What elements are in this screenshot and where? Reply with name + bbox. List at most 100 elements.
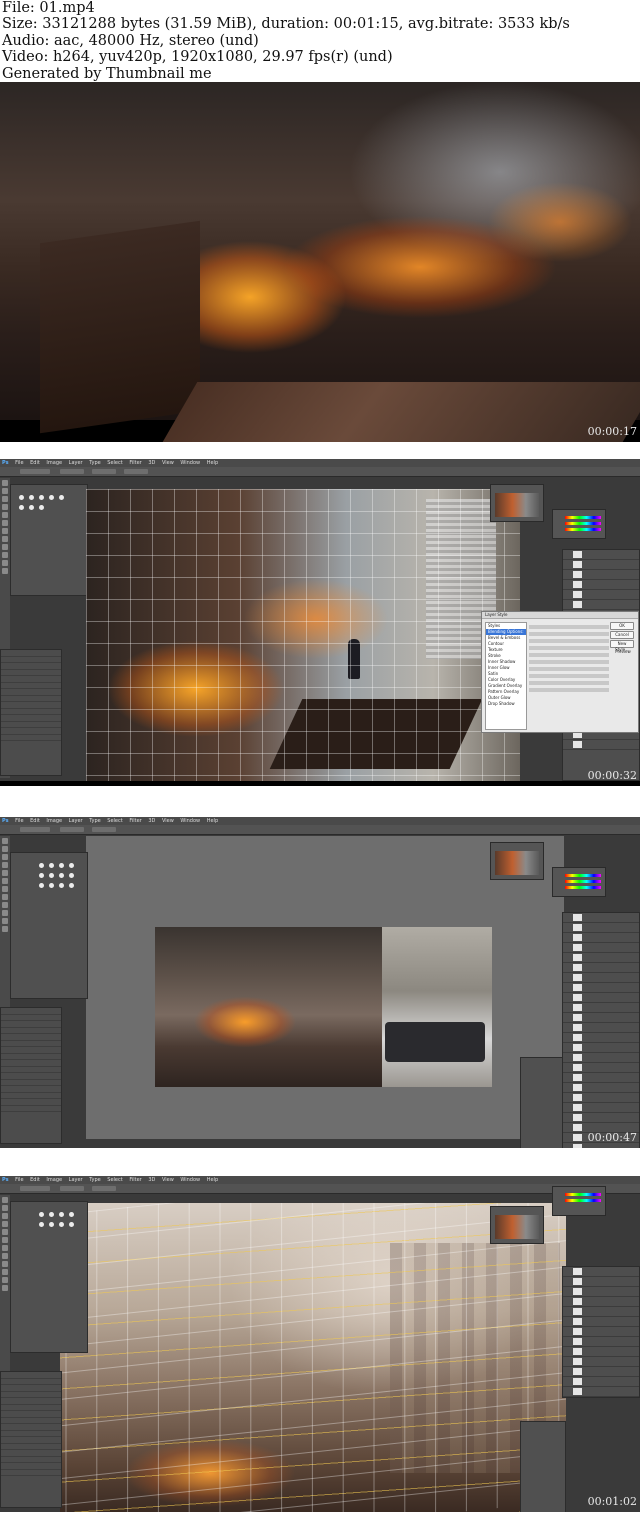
menu-type[interactable]: Type <box>89 1177 100 1183</box>
layer-row[interactable] <box>563 933 639 943</box>
brush-preset-icon[interactable] <box>69 863 74 868</box>
tool-icon[interactable] <box>2 1237 8 1243</box>
navigator-thumbnail[interactable] <box>495 851 539 875</box>
brush-panel[interactable] <box>10 1201 88 1353</box>
tool-icon[interactable] <box>2 910 8 916</box>
tool-icon[interactable] <box>2 520 8 526</box>
tool-icon[interactable] <box>2 1197 8 1203</box>
option-control[interactable] <box>60 1186 84 1191</box>
tool-icon[interactable] <box>2 1285 8 1291</box>
brush-preset-icon[interactable] <box>59 863 64 868</box>
tool-icon[interactable] <box>2 504 8 510</box>
brush-preset-icon[interactable] <box>39 863 44 868</box>
option-control[interactable] <box>529 632 609 636</box>
tool-icon[interactable] <box>2 1245 8 1251</box>
layer-row[interactable] <box>563 1023 639 1033</box>
layer-row[interactable] <box>563 1317 639 1327</box>
brush-preset-icon[interactable] <box>49 883 54 888</box>
color-slider[interactable] <box>565 522 601 525</box>
menu-select[interactable]: Select <box>107 1177 122 1183</box>
layer-row[interactable] <box>563 993 639 1003</box>
layer-row[interactable] <box>563 1103 639 1113</box>
menu-3d[interactable]: 3D <box>148 818 155 824</box>
brush-preset-icon[interactable] <box>69 883 74 888</box>
menu-edit[interactable]: Edit <box>30 818 40 824</box>
brush-panel[interactable] <box>10 852 88 999</box>
menu-3d[interactable]: 3D <box>148 460 155 466</box>
menu-help[interactable]: Help <box>207 460 218 466</box>
layer-row[interactable] <box>563 1337 639 1347</box>
color-panel[interactable] <box>552 509 606 539</box>
brush-preset-icon[interactable] <box>59 1212 64 1217</box>
option-control[interactable] <box>20 1186 50 1191</box>
option-control[interactable] <box>529 674 609 678</box>
brush-preset-icon[interactable] <box>39 1212 44 1217</box>
brush-preset-icon[interactable] <box>29 505 34 510</box>
layer-row[interactable] <box>563 1277 639 1287</box>
menu-type[interactable]: Type <box>89 818 100 824</box>
thumbnail-frame-4[interactable]: Ps File Edit Image Layer Type Select Fil… <box>0 1176 640 1512</box>
option-control[interactable] <box>529 646 609 650</box>
menu-image[interactable]: Image <box>46 460 62 466</box>
history-row[interactable] <box>1 735 61 741</box>
layer-row[interactable] <box>563 963 639 973</box>
brush-preset-icon[interactable] <box>59 1222 64 1227</box>
menu-help[interactable]: Help <box>207 1177 218 1183</box>
layer-row[interactable] <box>563 1063 639 1073</box>
brush-preset-icon[interactable] <box>19 495 24 500</box>
layer-row[interactable] <box>563 570 639 580</box>
brush-preset-icon[interactable] <box>39 873 44 878</box>
brush-preset-icon[interactable] <box>39 1222 44 1227</box>
cancel-button[interactable]: Cancel <box>610 631 634 639</box>
brush-preset-icon[interactable] <box>49 1212 54 1217</box>
brush-preset-icon[interactable] <box>49 863 54 868</box>
brush-preset-icon[interactable] <box>49 495 54 500</box>
menu-3d[interactable]: 3D <box>148 1177 155 1183</box>
tool-icon[interactable] <box>2 926 8 932</box>
layer-row[interactable] <box>563 1113 639 1123</box>
menu-edit[interactable]: Edit <box>30 1177 40 1183</box>
preview-checkbox[interactable]: Preview <box>612 649 634 655</box>
layer-row[interactable] <box>563 1083 639 1093</box>
brush-preset-icon[interactable] <box>59 883 64 888</box>
brush-preset-icon[interactable] <box>49 873 54 878</box>
tool-icon[interactable] <box>2 536 8 542</box>
brush-preset-icon[interactable] <box>69 873 74 878</box>
color-slider[interactable] <box>565 516 601 519</box>
layer-row[interactable] <box>563 1307 639 1317</box>
navigator-panel[interactable] <box>490 842 544 880</box>
navigator-panel[interactable] <box>490 1206 544 1244</box>
color-slider[interactable] <box>565 528 601 531</box>
tool-icon[interactable] <box>2 878 8 884</box>
layer-row[interactable] <box>563 1073 639 1083</box>
brush-preset-icon[interactable] <box>39 505 44 510</box>
tool-icon[interactable] <box>2 1269 8 1275</box>
tool-icon[interactable] <box>2 512 8 518</box>
menu-type[interactable]: Type <box>89 460 100 466</box>
option-control[interactable] <box>124 469 148 474</box>
layers-panel[interactable] <box>562 912 640 1148</box>
color-slider[interactable] <box>565 874 601 877</box>
tool-icon[interactable] <box>2 552 8 558</box>
color-slider[interactable] <box>565 886 601 889</box>
option-control[interactable] <box>60 827 84 832</box>
menu-window[interactable]: Window <box>180 460 200 466</box>
menu-file[interactable]: File <box>15 1177 23 1183</box>
tool-icon[interactable] <box>2 902 8 908</box>
layer-row[interactable] <box>563 1013 639 1023</box>
thumbnail-frame-2[interactable]: Ps File Edit Image Layer Type Select Fil… <box>0 459 640 786</box>
layer-row[interactable] <box>563 1267 639 1277</box>
history-panel[interactable] <box>0 649 62 776</box>
option-control[interactable] <box>529 660 609 664</box>
tool-icon[interactable] <box>2 1213 8 1219</box>
menu-image[interactable]: Image <box>46 1177 62 1183</box>
option-control[interactable] <box>92 827 116 832</box>
layer-row[interactable] <box>563 1327 639 1337</box>
layer-row[interactable] <box>563 740 639 750</box>
menu-filter[interactable]: Filter <box>129 460 141 466</box>
option-control[interactable] <box>92 1186 116 1191</box>
thumbnail-frame-3[interactable]: Ps File Edit Image Layer Type Select Fil… <box>0 817 640 1148</box>
tool-icon[interactable] <box>2 560 8 566</box>
color-slider[interactable] <box>565 1193 601 1196</box>
menu-view[interactable]: View <box>162 1177 174 1183</box>
